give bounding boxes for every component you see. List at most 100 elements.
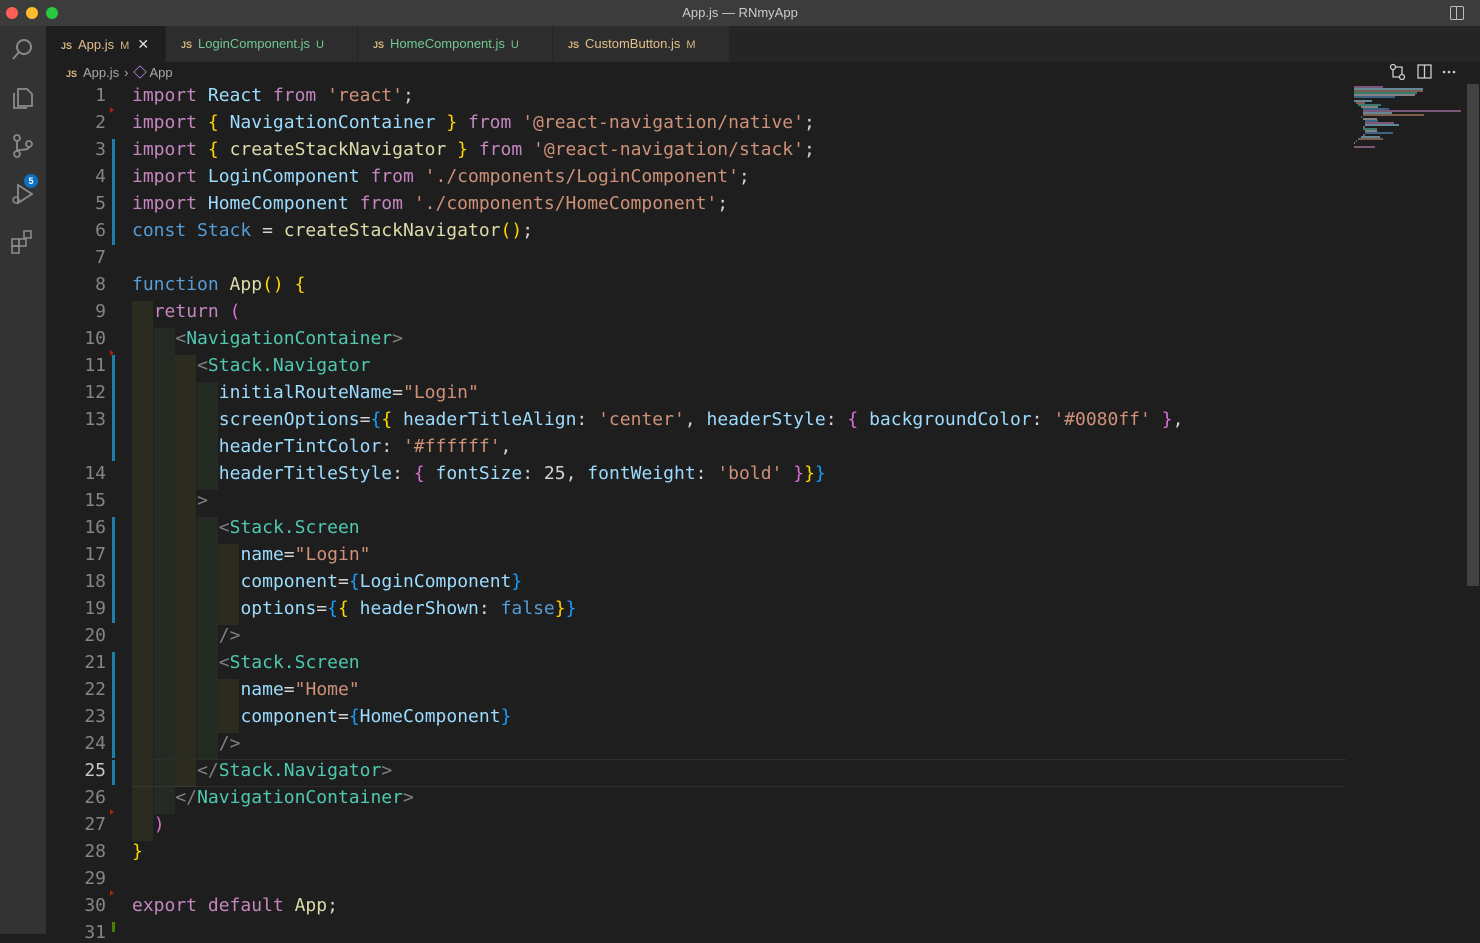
scrollbar-thumb[interactable] bbox=[1467, 84, 1479, 586]
code-line[interactable]: import React from 'react'; bbox=[132, 85, 414, 106]
code-line[interactable]: <NavigationContainer> bbox=[132, 328, 403, 349]
js-file-icon: JS bbox=[61, 41, 73, 51]
git-deleted-marker[interactable] bbox=[110, 350, 114, 356]
breadcrumb-symbol[interactable]: App bbox=[150, 65, 173, 80]
tab-home-component[interactable]: JS HomeComponent.js U bbox=[358, 26, 553, 62]
code-line[interactable]: ) bbox=[132, 814, 165, 835]
line-number: 13 bbox=[84, 409, 106, 430]
line-number: 1 bbox=[95, 85, 106, 106]
source-control-icon[interactable] bbox=[9, 132, 37, 160]
code-line[interactable]: options={{ headerShown: false}} bbox=[132, 598, 576, 619]
title-bar: App.js — RNmyApp bbox=[0, 0, 1480, 26]
line-number: 22 bbox=[84, 679, 106, 700]
code-line[interactable]: component={LoginComponent} bbox=[132, 571, 522, 592]
code-line[interactable]: initialRouteName="Login" bbox=[132, 382, 479, 403]
run-debug-icon[interactable] bbox=[9, 180, 37, 208]
line-number: 27 bbox=[84, 814, 106, 835]
git-modified-marker[interactable] bbox=[112, 517, 115, 623]
git-modified-marker[interactable] bbox=[112, 139, 115, 245]
line-number: 2 bbox=[95, 112, 106, 133]
code-line[interactable]: </Stack.Navigator> bbox=[132, 760, 392, 781]
open-changes-icon[interactable] bbox=[1389, 63, 1406, 81]
line-number: 5 bbox=[95, 193, 106, 214]
code-line[interactable]: <Stack.Screen bbox=[132, 517, 360, 538]
code-line[interactable]: </NavigationContainer> bbox=[132, 787, 413, 808]
code-line[interactable]: screenOptions={{ headerTitleAlign: 'cent… bbox=[132, 409, 1184, 430]
layout-toggle-icon[interactable] bbox=[1450, 6, 1464, 20]
code-line[interactable]: const Stack = createStackNavigator(); bbox=[132, 220, 533, 241]
code-line[interactable]: component={HomeComponent} bbox=[132, 706, 511, 727]
code-line[interactable]: import LoginComponent from './components… bbox=[132, 166, 750, 187]
breadcrumb: JS App.js › App bbox=[46, 62, 1346, 84]
line-number: 19 bbox=[84, 598, 106, 619]
code-line[interactable]: import HomeComponent from './components/… bbox=[132, 193, 728, 214]
git-deleted-marker[interactable] bbox=[110, 107, 114, 113]
line-number: 31 bbox=[84, 922, 106, 943]
minimap-line bbox=[1354, 146, 1375, 148]
code-line[interactable]: headerTintColor: '#ffffff', bbox=[132, 436, 512, 457]
code-editor[interactable]: 1 import React from 'react'; 2 import { Nav… bbox=[46, 84, 1346, 943]
symbol-cube-icon bbox=[132, 65, 147, 79]
code-line[interactable]: <Stack.Navigator bbox=[132, 355, 370, 376]
line-number: 30 bbox=[84, 895, 106, 916]
minimap-line bbox=[1354, 96, 1395, 98]
code-line[interactable]: name="Login" bbox=[132, 544, 370, 565]
line-number: 14 bbox=[84, 463, 106, 484]
tab-custom-button[interactable]: JS CustomButton.js M bbox=[553, 26, 730, 62]
search-icon[interactable] bbox=[9, 36, 37, 64]
line-number: 29 bbox=[84, 868, 106, 889]
tab-app-js[interactable]: JS App.js M ✕ bbox=[46, 26, 166, 62]
minimap-line bbox=[1356, 140, 1358, 142]
js-file-icon: JS bbox=[66, 69, 78, 79]
tab-bar: JS App.js M ✕ JS LoginComponent.js U JS HomeCo… bbox=[46, 26, 1480, 81]
code-line[interactable]: /> bbox=[132, 733, 241, 754]
line-number: 23 bbox=[84, 706, 106, 727]
line-number: 4 bbox=[95, 166, 106, 187]
code-line[interactable]: return ( bbox=[132, 301, 241, 322]
code-line[interactable]: /> bbox=[132, 625, 241, 646]
line-number: 15 bbox=[84, 490, 106, 511]
breadcrumb-file[interactable]: App.js bbox=[83, 65, 119, 80]
line-number: 10 bbox=[84, 328, 106, 349]
git-deleted-marker[interactable] bbox=[110, 890, 114, 896]
code-line[interactable]: headerTitleStyle: { fontSize: 25, fontWe… bbox=[132, 463, 826, 484]
line-number: 24 bbox=[84, 733, 106, 754]
editor-actions bbox=[1388, 62, 1468, 82]
code-line[interactable]: } bbox=[132, 841, 143, 862]
activity-bar: 5 bbox=[0, 26, 46, 934]
line-number: 18 bbox=[84, 571, 106, 592]
more-actions-icon[interactable] bbox=[1442, 70, 1456, 74]
minimap[interactable] bbox=[1346, 84, 1464, 934]
git-deleted-marker[interactable] bbox=[110, 809, 114, 815]
line-number: 26 bbox=[84, 787, 106, 808]
extensions-icon[interactable] bbox=[9, 228, 37, 256]
minimap-line bbox=[1365, 124, 1400, 126]
tab-login-component[interactable]: JS LoginComponent.js U bbox=[166, 26, 358, 62]
code-line[interactable]: > bbox=[132, 490, 208, 511]
line-number: 25 bbox=[84, 760, 106, 781]
code-line[interactable]: import { createStackNavigator } from '@r… bbox=[132, 139, 815, 160]
explorer-icon[interactable] bbox=[9, 84, 37, 112]
split-editor-icon[interactable] bbox=[1417, 64, 1432, 79]
code-line[interactable]: function App() { bbox=[132, 274, 305, 295]
git-modified-marker[interactable] bbox=[112, 652, 115, 758]
git-modified-marker[interactable] bbox=[112, 355, 115, 461]
git-modified-marker[interactable] bbox=[112, 760, 115, 785]
line-number: 7 bbox=[95, 247, 106, 268]
line-number: 11 bbox=[84, 355, 106, 376]
js-file-icon: JS bbox=[181, 40, 193, 50]
git-added-marker[interactable] bbox=[112, 922, 115, 932]
code-line[interactable]: import { NavigationContainer } from '@re… bbox=[132, 112, 815, 133]
code-line[interactable]: <Stack.Screen bbox=[132, 652, 360, 673]
code-line[interactable]: export default App; bbox=[132, 895, 338, 916]
minimap-line bbox=[1358, 138, 1383, 140]
code-line[interactable]: name="Home" bbox=[132, 679, 359, 700]
minimap-line bbox=[1354, 142, 1356, 144]
line-number: 28 bbox=[84, 841, 106, 862]
line-number: 8 bbox=[95, 274, 106, 295]
line-number: 12 bbox=[84, 382, 106, 403]
minimap-line bbox=[1365, 132, 1393, 134]
close-tab-icon[interactable]: ✕ bbox=[137, 36, 149, 52]
line-number: 20 bbox=[84, 625, 106, 646]
line-number: 17 bbox=[84, 544, 106, 565]
